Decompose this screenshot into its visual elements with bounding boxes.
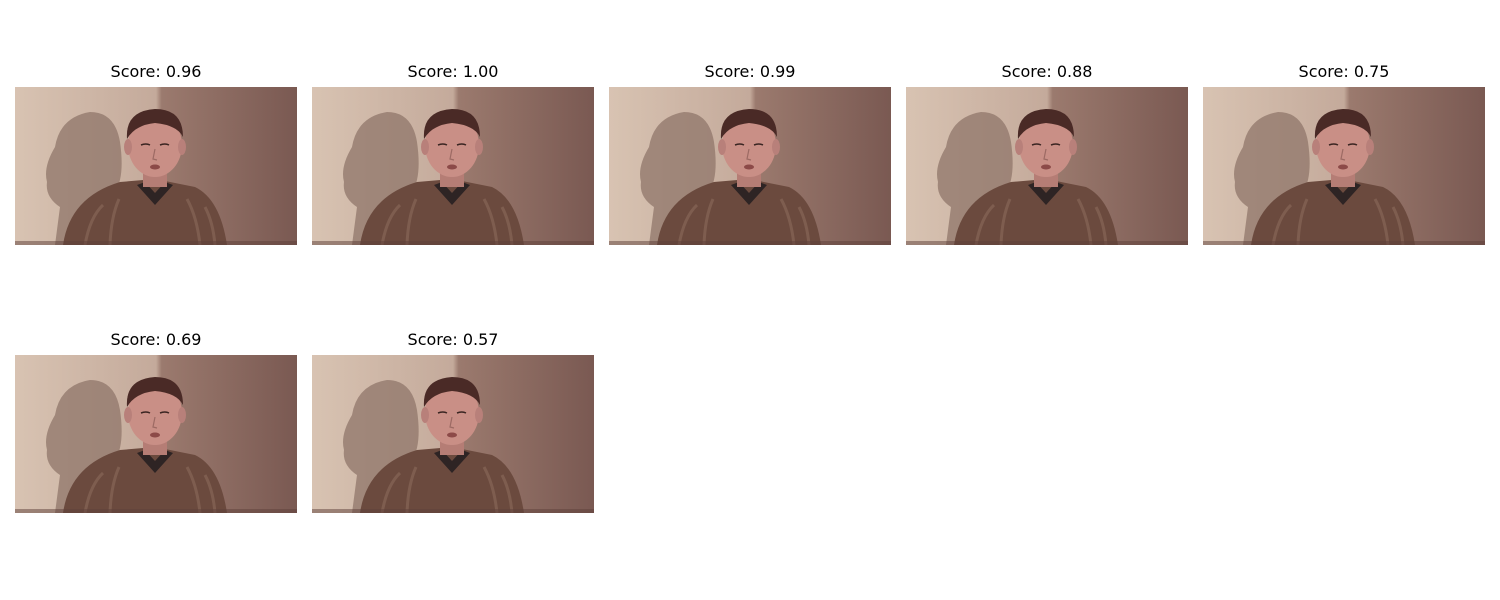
- video-frame: [15, 355, 297, 513]
- score-label: Score: 0.88: [1001, 62, 1093, 81]
- score-label: Score: 0.75: [1298, 62, 1390, 81]
- portrait-image: [15, 87, 297, 245]
- score-label: Score: 0.99: [704, 62, 796, 81]
- video-frame: [312, 355, 594, 513]
- video-frame: [1203, 87, 1485, 245]
- portrait-image: [312, 87, 594, 245]
- video-frame: [15, 87, 297, 245]
- video-frame: [312, 87, 594, 245]
- portrait-image: [609, 87, 891, 245]
- video-frame: [906, 87, 1188, 245]
- video-frame: [609, 87, 891, 245]
- portrait-image: [906, 87, 1188, 245]
- score-label: Score: 0.96: [110, 62, 202, 81]
- portrait-image: [15, 355, 297, 513]
- score-label: Score: 1.00: [407, 62, 499, 81]
- score-label: Score: 0.69: [110, 330, 202, 349]
- score-label: Score: 0.57: [407, 330, 499, 349]
- portrait-image: [1203, 87, 1485, 245]
- portrait-image: [312, 355, 594, 513]
